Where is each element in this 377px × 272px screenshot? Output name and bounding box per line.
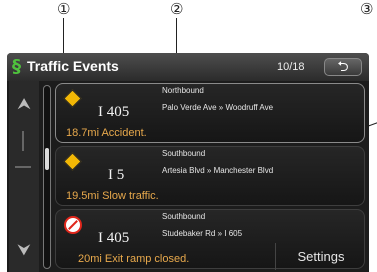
- event-segment: Palo Verde Ave » Woodruff Ave: [162, 103, 274, 112]
- title-bar: § Traffic Events 10/18 ⮌: [7, 53, 369, 81]
- scrollbar-track[interactable]: [43, 85, 51, 269]
- event-road: I 405: [98, 104, 130, 120]
- scroll-down-button[interactable]: ⮟: [13, 239, 35, 261]
- settings-button[interactable]: Settings: [275, 243, 366, 270]
- warning-diamond-icon: [63, 152, 82, 171]
- event-road: I 5: [108, 167, 125, 183]
- event-direction: Southbound: [162, 212, 206, 221]
- scroll-divider: [22, 131, 24, 151]
- event-description: 19.5mi Slow traffic.: [66, 190, 159, 202]
- event-segment: Artesia Blvd » Manchester Blvd: [162, 166, 274, 175]
- scroll-divider: [15, 166, 31, 168]
- event-direction: Northbound: [162, 86, 204, 95]
- callout-1: ①: [57, 0, 71, 18]
- traffic-icon: §: [12, 56, 21, 77]
- event-road: I 405: [98, 230, 130, 246]
- event-description: 20mi Exit ramp closed.: [78, 253, 190, 265]
- chevron-double-down-icon: ⮟: [17, 240, 31, 259]
- page-indicator: 10/18: [277, 61, 305, 73]
- no-entry-icon: [64, 216, 82, 234]
- return-arrow-icon: ⮌: [337, 59, 349, 75]
- scroll-column: ⮝ ⮟: [9, 81, 39, 272]
- scrollbar-thumb[interactable]: [45, 148, 49, 170]
- event-segment: Studebaker Rd » I 605: [162, 229, 243, 238]
- back-button[interactable]: ⮌: [324, 58, 362, 76]
- list-item[interactable]: Northbound I 405 Palo Verde Ave » Woodru…: [55, 83, 365, 143]
- event-direction: Southbound: [162, 149, 206, 158]
- event-description: 18.7mi Accident.: [66, 127, 147, 139]
- device-screen: § Traffic Events 10/18 ⮌ ⮝ ⮟ Northbound …: [7, 53, 369, 272]
- list-item[interactable]: Southbound I 5 Artesia Blvd » Manchester…: [55, 146, 365, 206]
- page-title: Traffic Events: [27, 58, 119, 74]
- callout-2: ②: [170, 0, 184, 18]
- callout-3: ③: [360, 0, 374, 18]
- chevron-double-up-icon: ⮝: [17, 94, 31, 113]
- scroll-up-button[interactable]: ⮝: [13, 93, 35, 115]
- warning-diamond-icon: [63, 89, 82, 108]
